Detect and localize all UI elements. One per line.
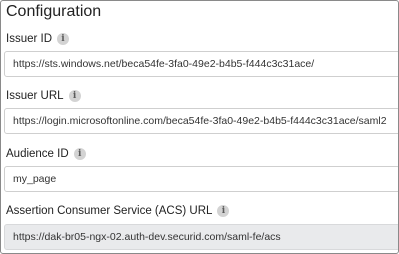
info-icon[interactable]: i [57, 33, 70, 45]
audience-id-field[interactable]: my_page [4, 166, 398, 192]
issuer-url-label: Issuer URL [6, 90, 64, 102]
issuer-url-label-row: Issuer URL i [6, 90, 81, 102]
info-icon[interactable]: i [68, 90, 81, 102]
issuer-id-label-row: Issuer ID i [6, 33, 70, 45]
issuer-id-field[interactable]: https://sts.windows.net/beca54fe-3fa0-49… [4, 51, 398, 77]
info-icon[interactable]: i [73, 148, 86, 160]
configuration-panel: Configuration Issuer ID i https://sts.wi… [0, 0, 399, 254]
audience-id-label-row: Audience ID i [6, 148, 86, 160]
info-icon[interactable]: i [217, 205, 230, 217]
acs-url-field[interactable]: https://dak-br05-ngx-02.auth-dev.securid… [4, 224, 398, 250]
acs-url-label: Assertion Consumer Service (ACS) URL [6, 205, 213, 217]
issuer-url-field[interactable]: https://login.microsoftonline.com/beca54… [4, 108, 398, 134]
acs-url-label-row: Assertion Consumer Service (ACS) URL i [6, 205, 230, 217]
section-title: Configuration [6, 3, 102, 20]
issuer-id-label: Issuer ID [6, 33, 53, 45]
audience-id-label: Audience ID [6, 148, 69, 160]
